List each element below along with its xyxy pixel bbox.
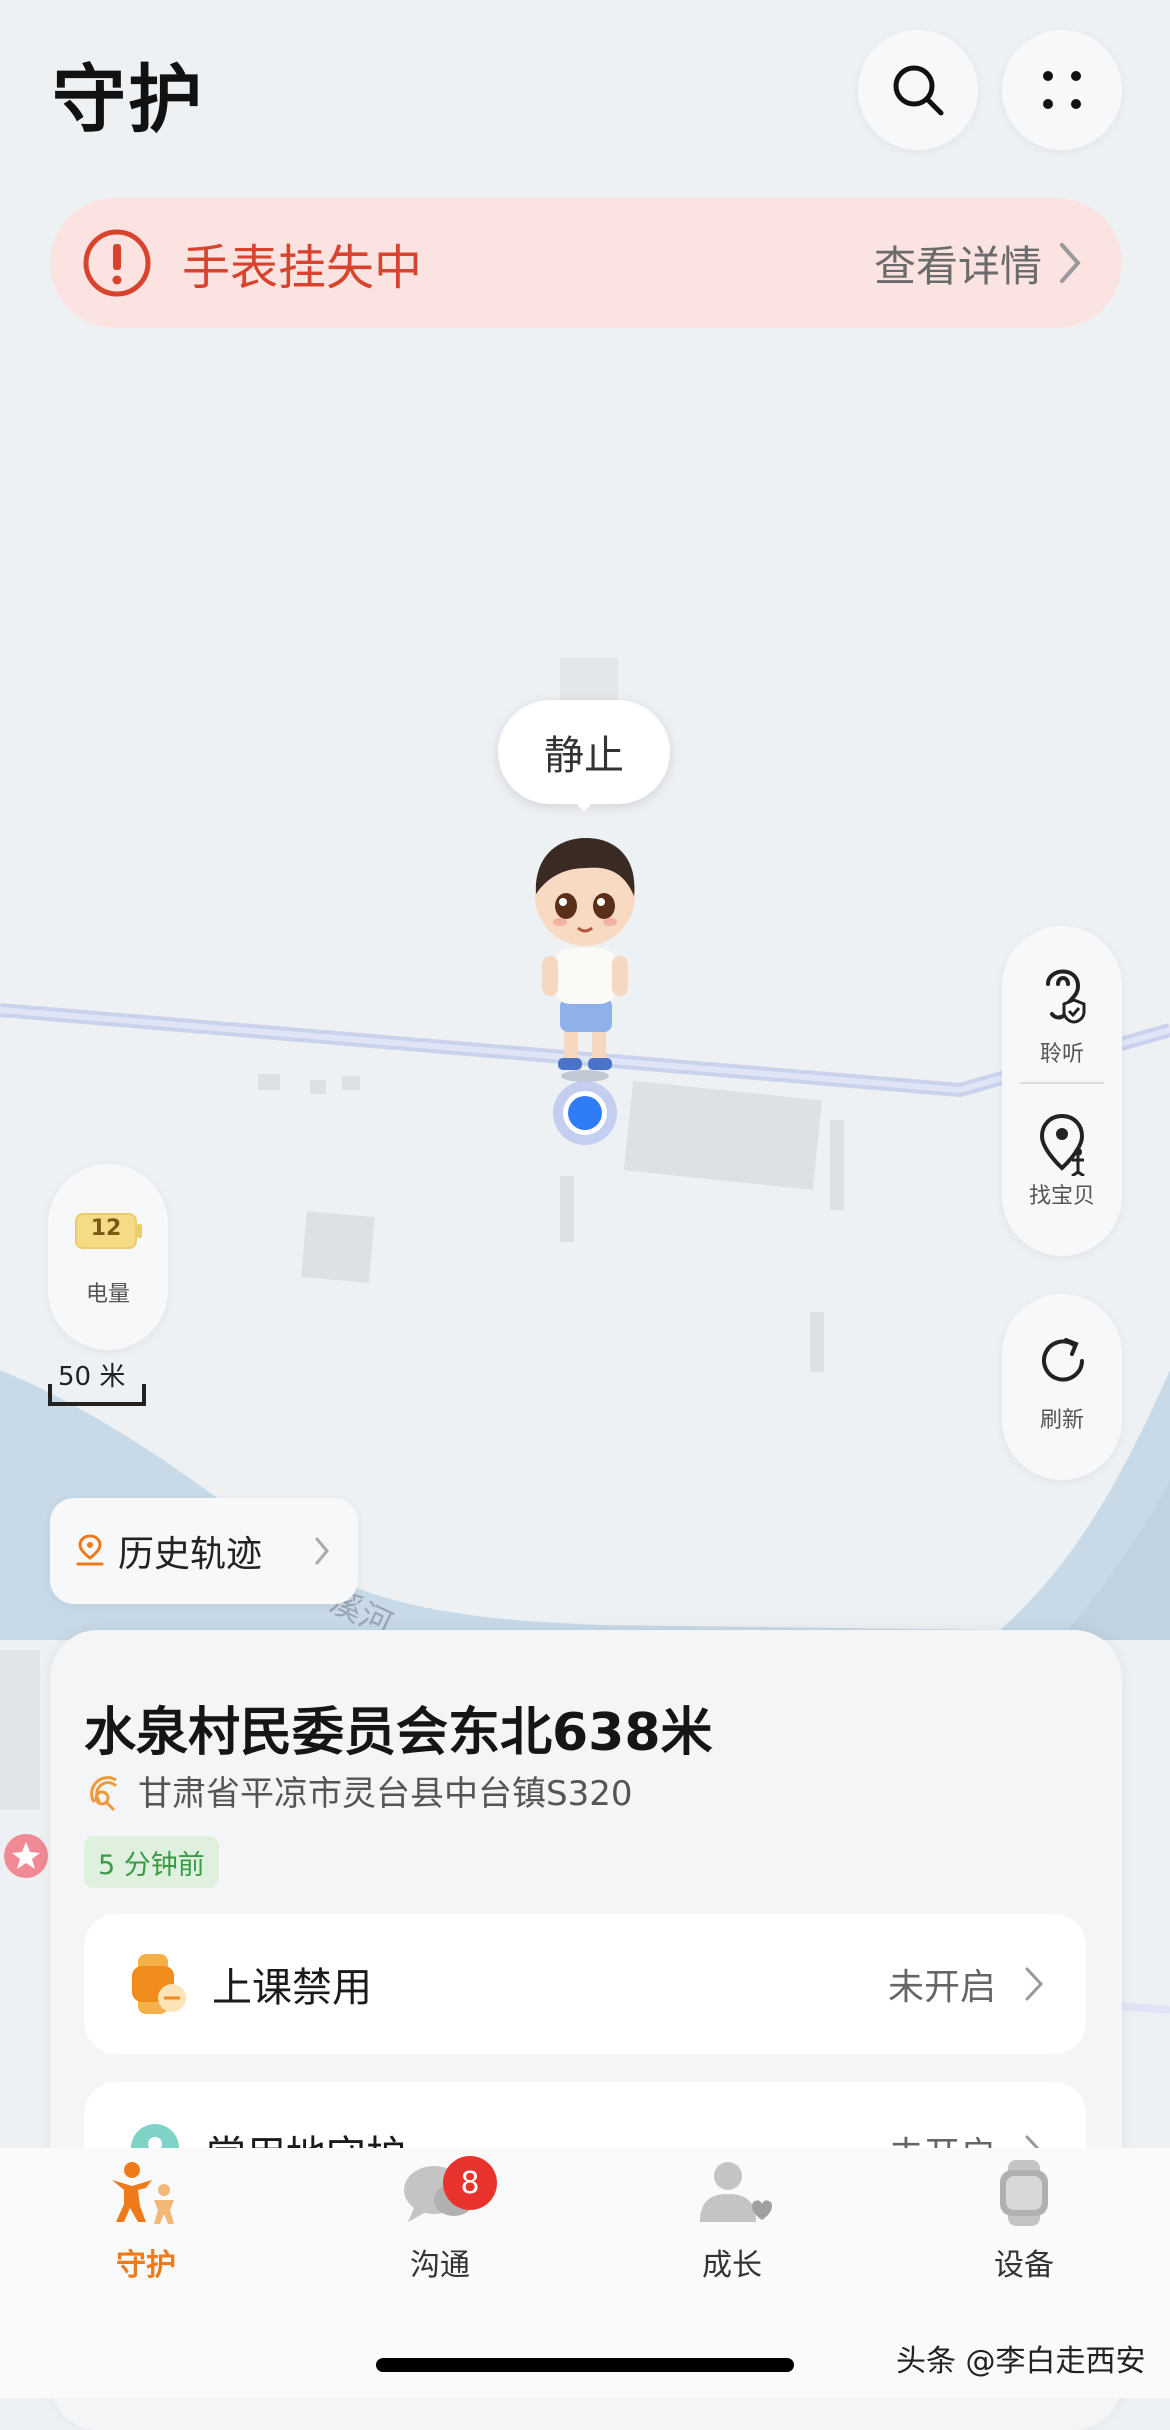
find-baby-label: 找宝贝 [1028, 1184, 1095, 1209]
listen-button[interactable]: 聆听 [1002, 926, 1122, 1086]
locate-child-icon [1039, 1113, 1085, 1176]
search-icon [893, 65, 944, 116]
history-track-label: 历史轨迹 [118, 1534, 263, 1575]
updated-time-badge: 5 分钟前 [84, 1836, 219, 1888]
refresh-icon [1042, 1338, 1084, 1382]
class-mode-watch-icon [132, 1954, 186, 2014]
warning-icon [83, 229, 151, 297]
grid-dots-icon [1043, 71, 1081, 109]
nav-tab-growth[interactable]: 成长 [652, 2160, 812, 2310]
nav-tab-chat-label: 沟通 [410, 2248, 470, 2283]
chevron-right-icon [1025, 1967, 1044, 2001]
refresh-button[interactable]: 刷新 [1002, 1294, 1122, 1480]
location-title: 水泉村民委员会东北638米 [84, 1703, 713, 1763]
alert-text: 手表挂失中 [182, 240, 423, 296]
view-details-link[interactable]: 查看详情 [874, 233, 1042, 294]
location-address: 甘肃省平凉市灵台县中台镇S320 [138, 1774, 633, 1814]
nav-tab-guard[interactable]: 守护 [66, 2160, 226, 2310]
chevron-right-icon [315, 1537, 329, 1565]
growth-person-heart-icon [700, 2162, 772, 2222]
location-pin-icon [553, 1081, 617, 1145]
nav-tab-guard-label: 守护 [116, 2248, 176, 2283]
divider [1020, 1082, 1104, 1084]
search-button[interactable] [858, 30, 978, 150]
ear-shield-icon [1046, 969, 1086, 1024]
listen-find-panel: 聆听 找宝贝 [1002, 926, 1122, 1256]
listen-label: 聆听 [1039, 1042, 1084, 1067]
child-avatar[interactable] [520, 826, 650, 1096]
status-bubble-tail [570, 796, 598, 812]
nav-tab-growth-label: 成长 [702, 2248, 762, 2283]
page-title: 守护 [52, 57, 204, 143]
battery-label: 电量 [85, 1282, 130, 1307]
class-mode-row[interactable]: 上课禁用 未开启 [84, 1914, 1086, 2054]
history-track-button[interactable]: 历史轨迹 [50, 1498, 358, 1604]
watch-device-icon [1000, 2160, 1048, 2226]
track-pin-icon [76, 1534, 104, 1566]
satellite-signal-icon [90, 1776, 118, 1812]
map-scale-bar [48, 1384, 146, 1406]
more-menu-button[interactable] [1002, 30, 1122, 150]
nav-tab-device[interactable]: 设备 [944, 2160, 1104, 2310]
battery-indicator[interactable]: 12 电量 [48, 1164, 168, 1350]
chevron-right-icon [1060, 243, 1081, 283]
unread-badge: 8 [443, 2156, 497, 2210]
class-mode-label: 上课禁用 [212, 1965, 372, 2011]
guard-family-icon [112, 2162, 174, 2224]
status-bubble: 静止 [498, 700, 670, 804]
home-indicator[interactable] [376, 2358, 794, 2372]
lost-watch-alert[interactable]: 手表挂失中 查看详情 [50, 198, 1122, 328]
refresh-label: 刷新 [1039, 1408, 1084, 1433]
watermark-text: 头条 @李白走西安 [896, 2344, 1146, 2379]
class-mode-status: 未开启 [887, 1967, 996, 2008]
battery-level: 12 [90, 1216, 122, 1241]
nav-tab-device-label: 设备 [994, 2248, 1054, 2283]
find-baby-button[interactable]: 找宝贝 [1002, 1086, 1122, 1256]
